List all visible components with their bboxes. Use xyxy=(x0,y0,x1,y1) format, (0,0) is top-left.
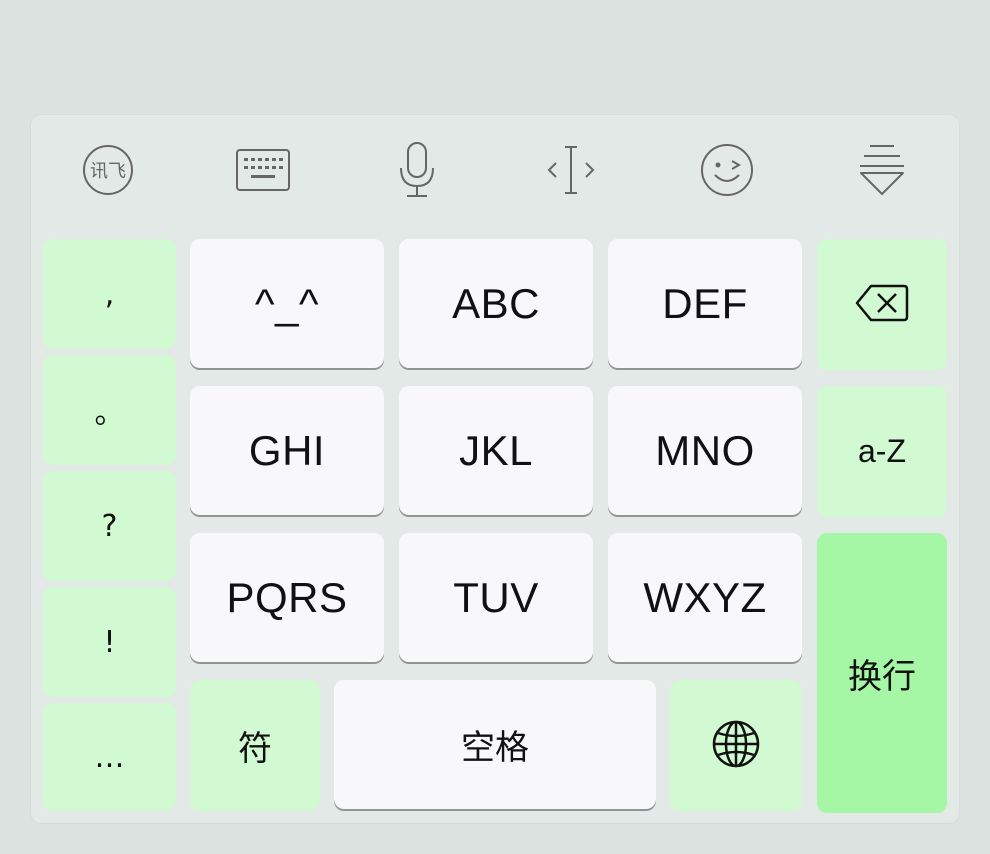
case-toggle-label: a-Z xyxy=(858,433,906,469)
key-label: ^_^ xyxy=(254,279,320,327)
backspace-icon xyxy=(855,283,909,327)
key-label: MNO xyxy=(655,426,755,474)
enter-key[interactable]: 换行 xyxy=(817,533,947,813)
case-toggle-key[interactable]: a-Z xyxy=(817,386,947,517)
space-label: 空格 xyxy=(461,728,529,768)
punct-key-question[interactable]: ? xyxy=(43,471,176,581)
key-6-mno[interactable]: MNO xyxy=(608,386,802,515)
backspace-key[interactable] xyxy=(817,239,947,370)
hide-keyboard-icon[interactable] xyxy=(832,135,932,205)
symbols-key[interactable]: 符 xyxy=(190,680,320,811)
key-4-ghi[interactable]: GHI xyxy=(190,386,384,515)
key-8-tuv[interactable]: TUV xyxy=(399,533,593,662)
key-1-emoticon[interactable]: ^_^ xyxy=(190,239,384,368)
keyboard-icon[interactable] xyxy=(213,135,313,205)
enter-label: 换行 xyxy=(848,656,916,697)
key-3-def[interactable]: DEF xyxy=(608,239,802,368)
key-label: PQRS xyxy=(226,573,348,621)
key-5-jkl[interactable]: JKL xyxy=(399,386,593,515)
iflytek-logo-text: 讯飞 xyxy=(90,161,126,182)
key-label: ABC xyxy=(452,279,540,327)
cursor-move-icon[interactable] xyxy=(521,135,621,205)
punct-key-ellipsis[interactable]: … xyxy=(43,703,176,811)
key-label: GHI xyxy=(248,426,326,474)
language-key[interactable] xyxy=(670,680,802,811)
key-label: TUV xyxy=(453,573,539,621)
key-9-wxyz[interactable]: WXYZ xyxy=(608,533,802,662)
globe-icon xyxy=(711,719,761,773)
key-2-abc[interactable]: ABC xyxy=(399,239,593,368)
iflytek-logo-icon[interactable]: 讯飞 xyxy=(58,135,158,205)
key-label: WXYZ xyxy=(643,573,767,621)
key-label: DEF xyxy=(662,279,748,327)
punct-label: 。 xyxy=(94,396,125,431)
punct-key-period[interactable]: 。 xyxy=(43,355,176,465)
microphone-icon[interactable] xyxy=(367,135,467,205)
punct-key-comma[interactable]: , xyxy=(43,239,176,349)
keyboard: 讯飞 , 。 ? ! … ^_^ ABC DEF GHI JKL MNO PQR… xyxy=(31,115,959,823)
punct-label: ? xyxy=(101,508,118,544)
space-key[interactable]: 空格 xyxy=(334,680,656,809)
punct-key-exclamation[interactable]: ! xyxy=(43,587,176,697)
symbols-label: 符 xyxy=(238,729,272,769)
punct-label: , xyxy=(104,276,115,312)
punct-label: … xyxy=(94,739,125,775)
key-7-pqrs[interactable]: PQRS xyxy=(190,533,384,662)
emoji-wink-icon[interactable] xyxy=(677,135,777,205)
punct-label: ! xyxy=(103,624,116,660)
key-label: JKL xyxy=(459,426,533,474)
